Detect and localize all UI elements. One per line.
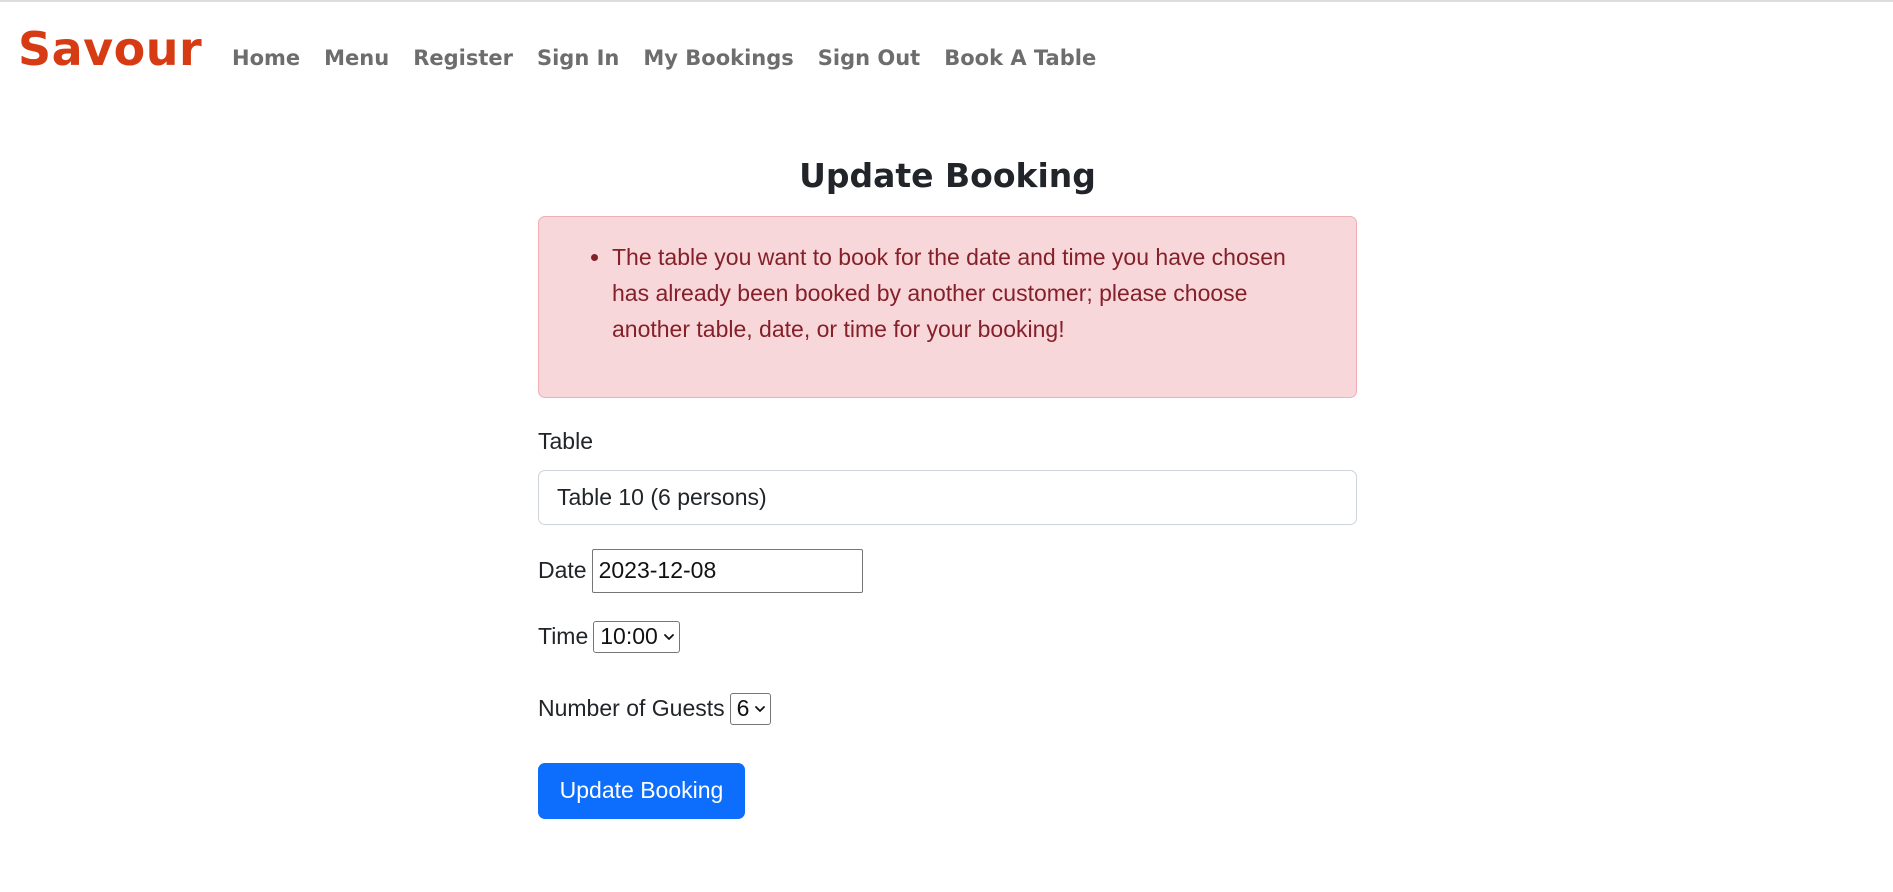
nav-link-sign-in[interactable]: Sign In bbox=[537, 48, 619, 69]
page-title: Update Booking bbox=[799, 156, 1096, 195]
table-field[interactable]: Table 10 (6 persons) bbox=[538, 469, 1357, 525]
nav-link-menu[interactable]: Menu bbox=[324, 48, 389, 69]
guests-label: Number of Guests bbox=[538, 695, 725, 722]
nav-links: Home Menu Register Sign In My Bookings S… bbox=[232, 48, 1120, 69]
alert-list: The table you want to book for the date … bbox=[579, 239, 1306, 347]
alert-message: The table you want to book for the date … bbox=[612, 239, 1306, 347]
time-label: Time bbox=[538, 623, 589, 650]
time-row: Time 10:00 bbox=[538, 620, 1357, 653]
update-booking-button[interactable]: Update Booking bbox=[538, 762, 745, 819]
date-row: Date bbox=[538, 548, 1357, 593]
error-alert: The table you want to book for the date … bbox=[538, 215, 1357, 398]
navbar: Savour Home Menu Register Sign In My Boo… bbox=[0, 22, 1893, 98]
guests-row: Number of Guests 6 bbox=[538, 692, 1357, 725]
brand-logo[interactable]: Savour bbox=[18, 26, 202, 72]
time-select[interactable]: 10:00 bbox=[593, 620, 680, 653]
main-content: Update Booking The table you want to boo… bbox=[538, 150, 1357, 819]
guests-value: 6 bbox=[736, 695, 750, 722]
top-border bbox=[0, 0, 1893, 2]
table-value: Table 10 (6 persons) bbox=[557, 483, 767, 510]
date-label: Date bbox=[538, 557, 587, 584]
nav-link-home[interactable]: Home bbox=[232, 48, 300, 69]
update-booking-form: Table Table 10 (6 persons) Date Time 10:… bbox=[538, 427, 1357, 819]
table-label: Table bbox=[538, 427, 593, 454]
nav-link-register[interactable]: Register bbox=[413, 48, 513, 69]
nav-link-book-a-table[interactable]: Book A Table bbox=[944, 48, 1096, 69]
date-input[interactable] bbox=[591, 548, 863, 593]
guests-select[interactable]: 6 bbox=[729, 692, 772, 725]
chevron-down-icon bbox=[663, 633, 674, 640]
nav-link-my-bookings[interactable]: My Bookings bbox=[643, 48, 793, 69]
time-value: 10:00 bbox=[600, 623, 658, 650]
nav-link-sign-out[interactable]: Sign Out bbox=[818, 48, 920, 69]
chevron-down-icon bbox=[755, 705, 766, 712]
